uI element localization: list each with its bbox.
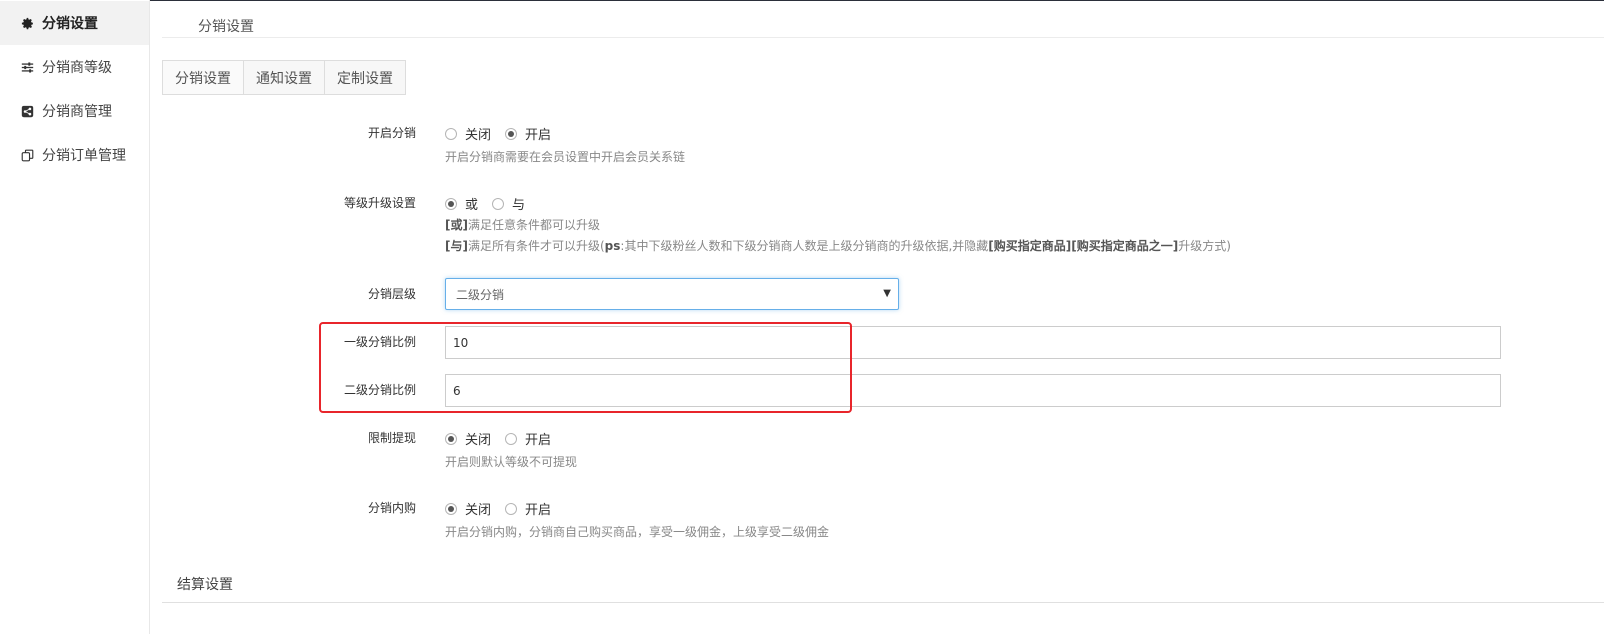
sliders-icon <box>20 60 34 74</box>
sidebar-item-label: 分销商管理 <box>42 104 112 120</box>
radio-label: 关闭 <box>465 503 492 518</box>
select-value: 二级分销 <box>456 287 505 302</box>
enable-distribution-on-option[interactable]: 开启 <box>505 124 551 143</box>
sidebar-item-distributor-management[interactable]: 分销商管理 <box>0 89 149 133</box>
settlement-section-title: 结算设置 <box>177 577 233 593</box>
internal-purchase-radio-group: 关闭 开启 <box>445 499 829 518</box>
internal-purchase-control: 关闭 开启 开启分销内购，分销商自己购买商品，享受一级佣金，上级享受二级佣金 <box>445 499 829 542</box>
enable-distribution-off-option[interactable]: 关闭 <box>445 124 491 143</box>
radio-on[interactable] <box>505 502 518 515</box>
radio-on[interactable] <box>505 432 518 445</box>
level1-ratio-label: 一级分销比例 <box>343 335 416 349</box>
page-title: 分销设置 <box>198 19 254 35</box>
caret-down-icon: ▼ <box>883 288 891 299</box>
sidebar-item-label: 分销订单管理 <box>42 148 126 164</box>
sidebar-item-label: 分销设置 <box>42 16 98 32</box>
level2-ratio-label: 二级分销比例 <box>343 383 416 397</box>
help-and-text: 满足所有条件才可以升级( <box>467 239 605 253</box>
sidebar-item-distribution-settings[interactable]: 分销设置 <box>0 1 149 45</box>
level1-ratio-input[interactable]: 10 <box>445 326 1501 359</box>
help-or-line: [或]满足任意条件都可以升级 <box>445 215 1231 236</box>
radio-label: 关闭 <box>465 433 492 448</box>
help-and-line: [与]满足所有条件才可以升级(ps:其中下级粉丝人数和下级分销商人数是上级分销商… <box>445 236 1231 257</box>
enable-distribution-radio-group: 关闭 开启 <box>445 124 685 143</box>
main-content: 分销设置 分销设置 通知设置 定制设置 开启分销 关闭 开启 开启分销商需要在会… <box>162 0 1604 634</box>
radio-label: 开启 <box>525 503 552 518</box>
withdraw-limit-label: 限制提现 <box>367 431 416 445</box>
withdraw-limit-off-option[interactable]: 关闭 <box>445 429 491 448</box>
internal-purchase-label: 分销内购 <box>367 501 416 515</box>
sidebar-item-distributor-levels[interactable]: 分销商等级 <box>0 45 149 89</box>
level-upgrade-control: 或 与 [或]满足任意条件都可以升级 [与]满足所有条件才可以升级(ps:其中下… <box>445 194 1231 257</box>
level-upgrade-label: 等级升级设置 <box>343 196 416 210</box>
internal-purchase-help: 开启分销内购，分销商自己购买商品，享受一级佣金，上级享受二级佣金 <box>445 525 830 539</box>
help-and-tag: [与] <box>445 239 468 253</box>
radio-off[interactable] <box>445 502 457 515</box>
withdraw-limit-radio-group: 关闭 开启 <box>445 429 577 448</box>
radio-label: 开启 <box>525 433 552 448</box>
radio-and[interactable] <box>492 197 505 210</box>
enable-distribution-label: 开启分销 <box>367 126 416 140</box>
gear-icon <box>20 16 34 30</box>
radio-off[interactable] <box>445 432 457 445</box>
withdraw-limit-on-option[interactable]: 开启 <box>505 429 551 448</box>
copy-icon <box>20 148 34 162</box>
level-upgrade-or-option[interactable]: 或 <box>445 194 478 213</box>
sidebar-item-label: 分销商等级 <box>42 60 112 76</box>
internal-purchase-on-option[interactable]: 开启 <box>505 499 551 518</box>
radio-off[interactable] <box>445 127 457 140</box>
level-upgrade-and-option[interactable]: 与 <box>492 194 525 213</box>
title-divider <box>162 37 1604 38</box>
distribution-level-select[interactable]: 二级分销 ▼ <box>445 278 899 310</box>
enable-distribution-help: 开启分销商需要在会员设置中开启会员关系链 <box>445 150 686 164</box>
level-upgrade-help: [或]满足任意条件都可以升级 [与]满足所有条件才可以升级(ps:其中下级粉丝人… <box>445 215 1231 257</box>
enable-distribution-control: 关闭 开启 开启分销商需要在会员设置中开启会员关系链 <box>445 124 685 167</box>
help-and-text: 升级方式) <box>1178 239 1231 253</box>
help-and-goods: [购买指定商品之一] <box>1071 239 1179 253</box>
help-or-text: 满足任意条件都可以升级 <box>467 218 600 232</box>
level-upgrade-radio-group: 或 与 <box>445 194 1231 213</box>
tab-distribution-settings[interactable]: 分销设置 <box>162 60 244 95</box>
radio-label: 关闭 <box>465 128 492 143</box>
radio-label: 与 <box>512 198 526 213</box>
radio-label: 开启 <box>525 128 552 143</box>
level2-ratio-input[interactable]: 6 <box>445 374 1501 407</box>
share-icon <box>20 104 34 118</box>
help-and-text: :其中下级粉丝人数和下级分销商人数是上级分销商的升级依据,并隐藏 <box>620 239 989 253</box>
withdraw-limit-help: 开启则默认等级不可提现 <box>445 455 578 469</box>
tab-custom-settings[interactable]: 定制设置 <box>324 60 406 95</box>
withdraw-limit-control: 关闭 开启 开启则默认等级不可提现 <box>445 429 577 472</box>
help-and-ps: ps <box>604 239 621 253</box>
sidebar-item-distribution-orders[interactable]: 分销订单管理 <box>0 133 149 177</box>
radio-on[interactable] <box>505 127 518 140</box>
radio-or[interactable] <box>445 197 457 210</box>
internal-purchase-off-option[interactable]: 关闭 <box>445 499 491 518</box>
tab-notification-settings[interactable]: 通知设置 <box>243 60 325 95</box>
tab-bar: 分销设置 通知设置 定制设置 <box>162 60 406 95</box>
sidebar: 分销设置 分销商等级 分销商管理 分销订单管理 <box>0 0 150 634</box>
settlement-divider <box>162 602 1604 603</box>
help-and-goods: [购买指定商品] <box>988 239 1072 253</box>
distribution-level-label: 分销层级 <box>367 287 416 301</box>
radio-label: 或 <box>465 198 479 213</box>
help-or-tag: [或] <box>445 218 468 232</box>
